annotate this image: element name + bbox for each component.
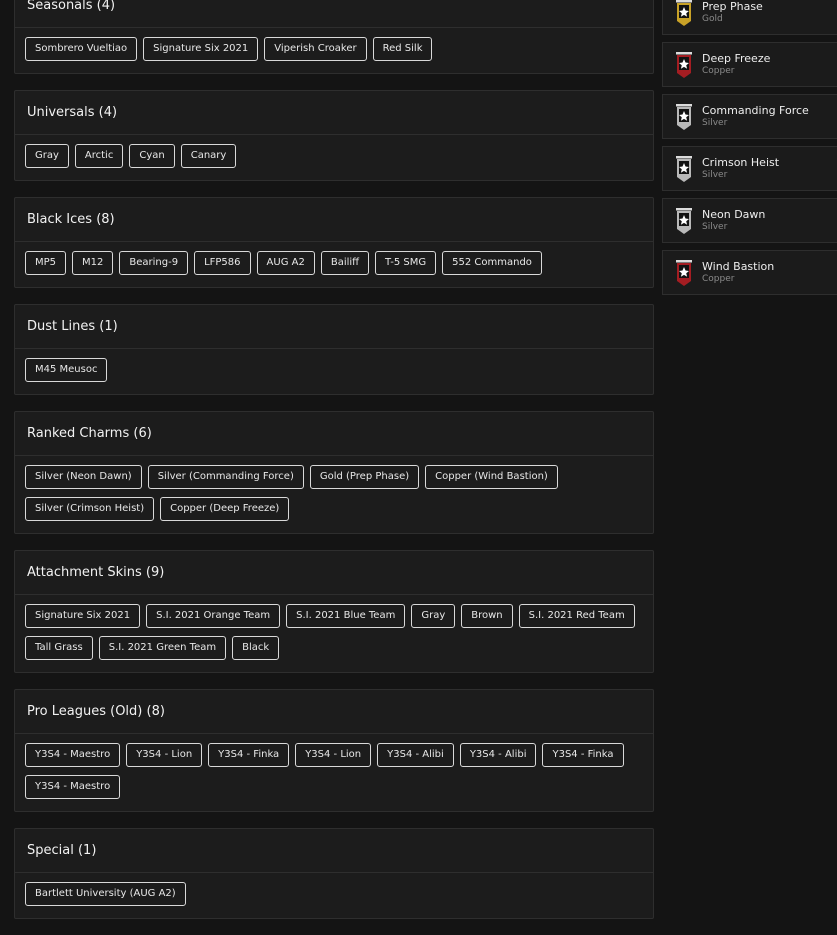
charm-text: Deep Freeze Copper <box>702 52 770 77</box>
section-tag-list: Silver (Neon Dawn) Silver (Commanding For… <box>15 456 653 533</box>
item-tag[interactable]: Canary <box>180 144 237 168</box>
item-tag[interactable]: Red Silk <box>372 37 433 61</box>
item-tag[interactable]: Gold (Prep Phase) <box>309 465 420 489</box>
charm-card[interactable]: Commanding Force Silver <box>662 94 837 139</box>
copper-rank-badge-icon <box>676 259 692 286</box>
section-tag-list: Signature Six 2021 S.I. 2021 Orange Team S… <box>15 595 653 672</box>
charm-name: Deep Freeze <box>702 52 771 65</box>
charm-name: Crimson Heist <box>702 156 780 169</box>
section-card: Dust Lines (1) M45 Meusoc <box>14 304 654 395</box>
charm-tier: Copper <box>702 66 735 76</box>
section-title: Universals (4) <box>15 91 653 135</box>
charm-card[interactable]: Deep Freeze Copper <box>662 42 837 87</box>
section-tag-list: Y3S4 - Maestro Y3S4 - Lion Y3S4 - Finka Y3S… <box>15 734 653 811</box>
item-tag[interactable]: Gray <box>411 604 456 628</box>
charm-text: Prep Phase Gold <box>702 0 763 25</box>
gold-rank-badge-icon <box>676 0 692 26</box>
item-tag[interactable]: M12 <box>72 251 114 275</box>
item-tag[interactable]: Y3S4 - Finka <box>208 743 290 767</box>
section-tag-list: Sombrero Vueltiao Signature Six 2021 Viper… <box>15 28 653 73</box>
section-tag-list: M45 Meusoc <box>15 349 653 394</box>
section-title: Seasonals (4) <box>15 0 653 28</box>
item-tag[interactable]: Cyan <box>129 144 175 168</box>
charm-tier: Silver <box>702 222 728 232</box>
charm-tier: Gold <box>702 14 723 24</box>
item-tag[interactable]: S.I. 2021 Green Team <box>98 636 227 660</box>
item-tag[interactable]: Silver (Commanding Force) <box>147 465 304 489</box>
item-tag[interactable]: AUG A2 <box>256 251 315 275</box>
charm-tier: Silver <box>702 118 728 128</box>
silver-rank-badge-icon <box>676 155 692 182</box>
item-tag[interactable]: Black <box>232 636 280 660</box>
item-tag[interactable]: Y3S4 - Alibi <box>459 743 537 767</box>
item-tag[interactable]: Y3S4 - Lion <box>295 743 372 767</box>
item-tag[interactable]: Bartlett University (AUG A2) <box>25 882 186 906</box>
item-tag[interactable]: M45 Meusoc <box>25 358 108 382</box>
charm-name: Wind Bastion <box>702 260 775 273</box>
section-card: Attachment Skins (9) Signature Six 2021 S.… <box>14 550 654 673</box>
section-tag-list: MP5 M12 Bearing-9 LFP586 AUG A2 Bailiff T-5 SM… <box>15 242 653 287</box>
charm-name: Commanding Force <box>702 104 809 117</box>
charm-text: Neon Dawn Silver <box>702 208 765 233</box>
item-tag[interactable]: LFP586 <box>194 251 251 275</box>
charm-card[interactable]: Prep Phase Gold <box>662 0 837 35</box>
charm-card[interactable]: Crimson Heist Silver <box>662 146 837 191</box>
section-card: Seasonals (4) Sombrero Vueltiao Signature … <box>14 0 654 74</box>
collection-sections: Seasonals (4) Sombrero Vueltiao Signature … <box>14 0 654 935</box>
section-title: Dust Lines (1) <box>15 305 653 349</box>
charm-name: Neon Dawn <box>702 208 766 221</box>
charm-tier: Silver <box>702 170 728 180</box>
item-tag[interactable]: T-5 SMG <box>375 251 437 275</box>
item-tag[interactable]: Copper (Deep Freeze) <box>160 497 290 521</box>
charm-tier: Copper <box>702 274 735 284</box>
ranked-charms-sidebar: Prep Phase Gold Deep Freeze Copper Commandin… <box>662 0 837 302</box>
item-tag[interactable]: Signature Six 2021 <box>143 37 259 61</box>
section-tag-list: Gray Arctic Cyan Canary <box>15 135 653 180</box>
item-tag[interactable]: Tall Grass <box>25 636 93 660</box>
item-tag[interactable]: MP5 <box>25 251 67 275</box>
item-tag[interactable]: Y3S4 - Finka <box>542 743 624 767</box>
section-title: Special (1) <box>15 829 653 873</box>
charm-text: Crimson Heist Silver <box>702 156 779 181</box>
item-tag[interactable]: Silver (Neon Dawn) <box>25 465 142 489</box>
silver-rank-badge-icon <box>676 103 692 130</box>
item-tag[interactable]: Gray <box>25 144 69 168</box>
section-card: Universals (4) Gray Arctic Cyan Canary <box>14 90 654 181</box>
item-tag[interactable]: Sombrero Vueltiao <box>25 37 138 61</box>
silver-rank-badge-icon <box>676 207 692 234</box>
section-card: Pro Leagues (Old) (8) Y3S4 - Maestro Y3S4 … <box>14 689 654 812</box>
section-title: Attachment Skins (9) <box>15 551 653 595</box>
item-tag[interactable]: Bailiff <box>320 251 370 275</box>
item-tag[interactable]: S.I. 2021 Orange Team <box>146 604 281 628</box>
section-title: Black Ices (8) <box>15 198 653 242</box>
section-tag-list: Bartlett University (AUG A2) <box>15 873 653 918</box>
charm-text: Wind Bastion Copper <box>702 260 774 285</box>
charm-text: Commanding Force Silver <box>702 104 809 129</box>
item-tag[interactable]: Viperish Croaker <box>264 37 367 61</box>
charm-name: Prep Phase <box>702 0 763 13</box>
copper-rank-badge-icon <box>676 51 692 78</box>
section-card: Black Ices (8) MP5 M12 Bearing-9 LFP586 AUG A… <box>14 197 654 288</box>
item-tag[interactable]: Bearing-9 <box>119 251 189 275</box>
charm-card[interactable]: Neon Dawn Silver <box>662 198 837 243</box>
item-tag[interactable]: Y3S4 - Maestro <box>25 775 121 799</box>
item-tag[interactable]: Arctic <box>74 144 124 168</box>
item-tag[interactable]: S.I. 2021 Red Team <box>518 604 635 628</box>
item-tag[interactable]: Signature Six 2021 <box>25 604 141 628</box>
item-tag[interactable]: Y3S4 - Lion <box>126 743 203 767</box>
item-tag[interactable]: Brown <box>461 604 513 628</box>
item-tag[interactable]: Silver (Crimson Heist) <box>25 497 155 521</box>
item-tag[interactable]: Y3S4 - Alibi <box>377 743 454 767</box>
item-tag[interactable]: S.I. 2021 Blue Team <box>286 604 406 628</box>
item-tag[interactable]: 552 Commando <box>442 251 542 275</box>
item-tag[interactable]: Y3S4 - Maestro <box>25 743 121 767</box>
section-card: Ranked Charms (6) Silver (Neon Dawn) Silve… <box>14 411 654 534</box>
section-card: Special (1) Bartlett University (AUG A2) <box>14 828 654 919</box>
section-title: Pro Leagues (Old) (8) <box>15 690 653 734</box>
item-tag[interactable]: Copper (Wind Bastion) <box>425 465 558 489</box>
charm-card[interactable]: Wind Bastion Copper <box>662 250 837 295</box>
section-title: Ranked Charms (6) <box>15 412 653 456</box>
